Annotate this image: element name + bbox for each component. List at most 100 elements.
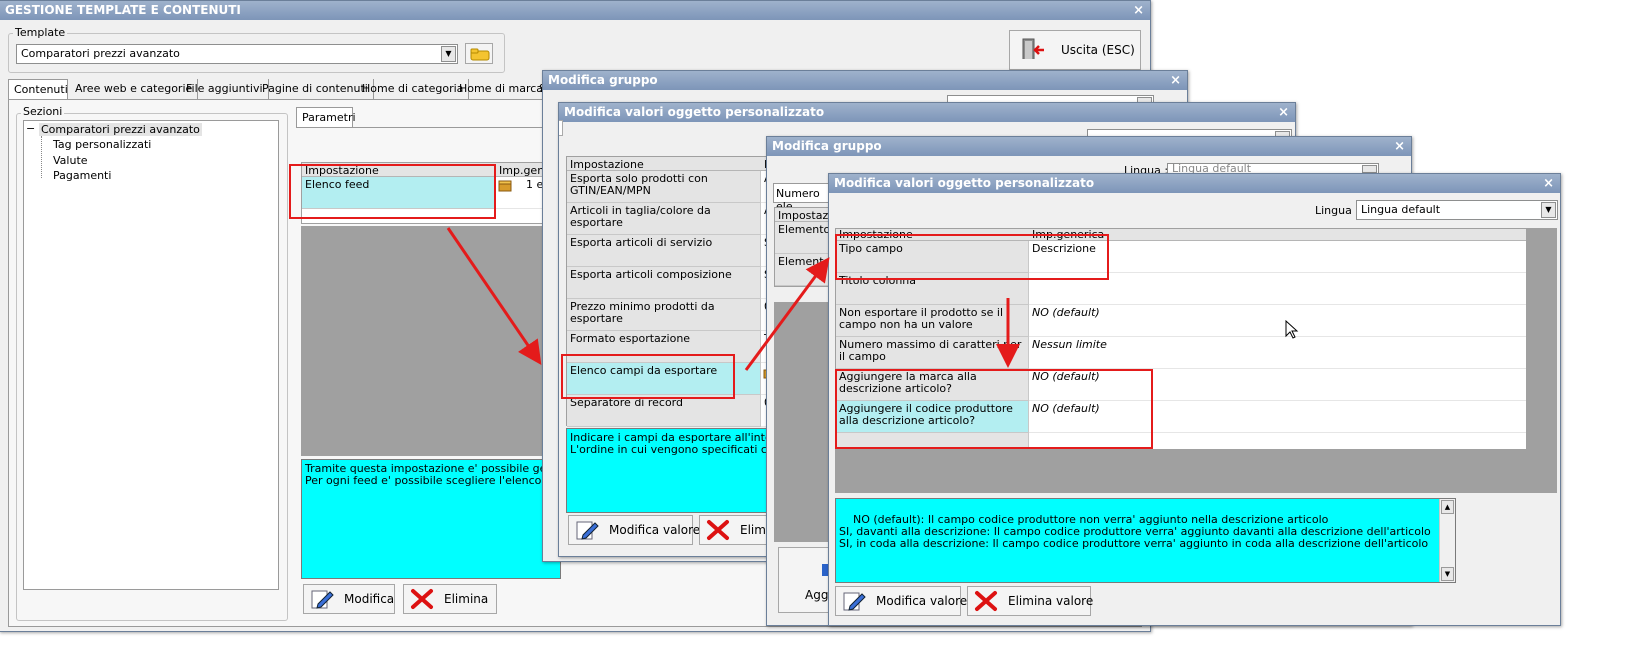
custom1-row[interactable]: Esporta articoli di servizioS — [567, 235, 786, 267]
custom2-description-scrollbar[interactable]: ▲ ▼ — [1439, 499, 1455, 582]
scroll-up-icon[interactable]: ▲ — [1441, 500, 1454, 514]
custom2-description: NO (default): Il campo codice produttore… — [835, 498, 1456, 583]
tab-file-aggiuntivi[interactable]: File aggiuntivi — [181, 79, 269, 100]
main-description: Tramite questa impostazione e' possibile… — [301, 459, 561, 579]
custom1-row[interactable]: Prezzo minimo prodotti da esportare0 — [567, 299, 786, 331]
folder-icon — [470, 48, 490, 61]
tree-item-valute[interactable]: Valute — [53, 154, 88, 167]
custom1-titlebar: Modifica valori oggetto personalizzato × — [559, 103, 1295, 122]
tab-parametri[interactable]: Parametri — [296, 107, 356, 128]
custom1-col1-header: Impostazione — [567, 157, 761, 171]
tree-toggle-icon[interactable]: − — [26, 122, 35, 135]
custom2-lingua-select[interactable]: Lingua default ▼ — [1356, 200, 1558, 220]
group2-row-label: Elemento — [775, 222, 834, 254]
group2-titlebar: Modifica gruppo × — [767, 137, 1411, 156]
custom2-row-tipo-campo[interactable]: Tipo campo Descrizione — [836, 241, 1526, 273]
custom2-row-value: NO (default) — [1029, 369, 1526, 401]
main-grid-row-elenco-feed[interactable]: Elenco feed 1 e — [302, 177, 550, 209]
elimina-button-label: Elimina — [444, 592, 489, 606]
main-titlebar: GESTIONE TEMPLATE E CONTENUTI × — [0, 1, 1150, 20]
main-grid-col1-header: Impostazione — [302, 163, 496, 177]
main-grid-row-value-text: 1 e — [526, 178, 544, 191]
custom2-close-button[interactable]: × — [1543, 174, 1554, 193]
group2-close-button[interactable]: × — [1394, 137, 1405, 156]
custom2-row-titolo-colonna[interactable]: Titolo colonna — [836, 273, 1526, 305]
main-grid-empty-area — [301, 226, 561, 456]
main-grid-header: Impostazione Imp.generi — [302, 163, 550, 177]
custom2-modifica-valore-label: Modifica valore — [876, 594, 968, 608]
custom1-row-elenco-campi[interactable]: Elenco campi da esportare — [567, 363, 786, 395]
delete-x-icon — [975, 591, 997, 611]
main-title: GESTIONE TEMPLATE E CONTENUTI — [5, 3, 241, 17]
elimina-button[interactable]: Elimina — [403, 584, 497, 614]
custom1-row[interactable]: Formato esportazioneT — [567, 331, 786, 363]
custom2-grid-empty-row — [836, 433, 1526, 449]
chevron-down-icon[interactable]: ▼ — [441, 46, 456, 62]
tab-home-categoria[interactable]: Home di categoria — [357, 79, 470, 100]
group2-row[interactable]: Elemento — [775, 222, 834, 254]
custom1-grid: Impostazione I Esporta solo prodotti con… — [566, 156, 786, 427]
custom1-row-label: Formato esportazione — [567, 331, 761, 363]
main-close-button[interactable]: × — [1133, 1, 1144, 20]
custom2-titlebar: Modifica valori oggetto personalizzato × — [829, 174, 1560, 193]
tab-contenuti[interactable]: Contenuti — [8, 79, 68, 100]
group2-row-label: Elemento — [775, 254, 834, 286]
custom2-row-value — [1029, 273, 1526, 305]
custom1-modifica-valore-button[interactable]: Modifica valore — [568, 515, 700, 545]
modifica-button[interactable]: Modifica — [303, 584, 395, 614]
custom2-row-aggiungere-codice[interactable]: Aggiungere il codice produttore alla des… — [836, 401, 1526, 433]
custom1-row[interactable]: Separatore di record0 — [567, 395, 786, 427]
custom2-gray-bottom — [835, 450, 1557, 493]
custom1-row-label: Elenco campi da esportare — [567, 363, 761, 395]
template-select[interactable]: Comparatori prezzi avanzato ▼ — [16, 44, 458, 64]
custom1-row-label: Prezzo minimo prodotti da esportare — [567, 299, 761, 331]
custom2-row-label: Aggiungere la marca alla descrizione art… — [836, 369, 1029, 401]
template-group-label: Template — [13, 26, 68, 39]
modifica-button-label: Modifica — [344, 592, 395, 606]
custom2-elimina-valore-button[interactable]: Elimina valore — [967, 586, 1094, 616]
custom2-row-label: Non esportare il prodotto se il campo no… — [836, 305, 1029, 337]
group2-partial-field: Numero ele — [773, 183, 833, 213]
tree-item-pagamenti[interactable]: Pagamenti — [53, 169, 111, 182]
group1-close-button[interactable]: × — [1170, 71, 1181, 90]
custom2-grid-header: Impostazione Imp.generica — [836, 229, 1526, 241]
custom2-row-aggiungere-marca[interactable]: Aggiungere la marca alla descrizione art… — [836, 369, 1526, 401]
custom1-grid-header: Impostazione I — [567, 157, 786, 171]
custom1-row[interactable]: Articoli in taglia/colore da esportareA — [567, 203, 786, 235]
custom2-modifica-valore-button[interactable]: Modifica valore — [835, 586, 967, 616]
chevron-down-icon[interactable] — [1362, 165, 1377, 173]
template-folder-button[interactable] — [465, 43, 493, 64]
custom2-row-value: NO (default) — [1029, 305, 1526, 337]
custom1-close-button[interactable]: × — [1278, 103, 1289, 122]
custom1-row-label: Separatore di record — [567, 395, 761, 427]
exit-button[interactable]: Uscita (ESC) — [1009, 30, 1141, 70]
custom2-title: Modifica valori oggetto personalizzato — [834, 176, 1095, 190]
group1-title: Modifica gruppo — [548, 73, 658, 87]
template-select-value: Comparatori prezzi avanzato — [21, 47, 180, 60]
group2-row[interactable]: Elemento — [775, 254, 834, 286]
delete-x-icon — [707, 520, 729, 540]
main-grid-row-label: Elenco feed — [302, 177, 496, 209]
tab-aree-web[interactable]: Aree web e categorie — [70, 79, 199, 100]
tree-root-item[interactable]: Comparatori prezzi avanzato — [39, 123, 202, 136]
custom2-lingua-label: Lingua : — [1315, 204, 1360, 217]
custom2-col1-header: Impostazione — [836, 229, 1029, 241]
custom2-row-numero-massimo[interactable]: Numero massimo di caratteri per il campo… — [836, 337, 1526, 369]
custom2-grid: Impostazione Imp.generica Tipo campo Desc… — [835, 228, 1527, 450]
custom1-row[interactable]: Esporta solo prodotti con GTIN/EAN/MPNA — [567, 171, 786, 203]
group2-title: Modifica gruppo — [772, 139, 882, 153]
chevron-down-icon[interactable]: ▼ — [1541, 202, 1556, 218]
custom2-elimina-valore-label: Elimina valore — [1008, 594, 1094, 608]
scroll-down-icon[interactable]: ▼ — [1441, 567, 1454, 581]
tree-item-tag-personalizzati[interactable]: Tag personalizzati — [53, 138, 151, 151]
custom1-row-label: Articoli in taglia/colore da esportare — [567, 203, 761, 235]
custom1-modifica-valore-label: Modifica valore — [609, 523, 701, 537]
custom1-row[interactable]: Esporta articoli composizioneS — [567, 267, 786, 299]
custom1-row-label: Esporta articoli di servizio — [567, 235, 761, 267]
custom2-lingua-value: Lingua default — [1361, 203, 1441, 216]
custom2-row-value: Nessun limite — [1029, 337, 1526, 369]
custom2-row-value: Descrizione — [1029, 241, 1526, 273]
custom2-row-non-esportare[interactable]: Non esportare il prodotto se il campo no… — [836, 305, 1526, 337]
group1-titlebar: Modifica gruppo × — [543, 71, 1187, 90]
custom2-row-label: Numero massimo di caratteri per il campo — [836, 337, 1029, 369]
